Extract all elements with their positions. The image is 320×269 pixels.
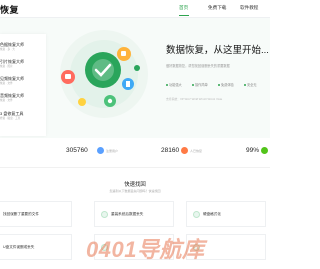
user-icon: [97, 147, 104, 154]
sparkle-dot: [134, 65, 140, 71]
feature-tag: 操作简单: [192, 82, 208, 87]
quick-card-label: 硬盘格式化: [203, 212, 221, 216]
fire-icon: [181, 147, 188, 154]
menu-item-sub: 恢复 · 文件: [0, 82, 13, 85]
hero-description: 做好数据恢复，帮您找回误删丢失的重要数据: [166, 64, 230, 68]
top-header: 恢复 首页 免费下载 软件教程: [0, 0, 270, 18]
menu-item-audio-recovery[interactable]: 音频恢复大师 恢复 · 文件: [0, 93, 46, 105]
feature-tag-label: 免费体验: [221, 83, 234, 87]
thumbs-up-icon: [261, 147, 268, 154]
feature-tag: 免费体验: [218, 82, 234, 87]
check-dot-icon: [244, 84, 246, 87]
menu-item-sub: 修复 · 磁盘 · 工具: [0, 117, 21, 120]
feature-tag-label: 操作简单: [195, 83, 208, 87]
quick-card-label: 重装系统后数据丢失: [111, 212, 144, 216]
feature-tag: 功能强大: [166, 82, 182, 87]
quick-card-label: U盘文件误删或丢失: [3, 245, 35, 249]
menu-item-disk-repair[interactable]: 3 盘修复工具 修复 · 磁盘 · 工具: [0, 111, 46, 123]
menu-item-sub: 恢复 · 文件: [0, 99, 13, 102]
feature-tag-label: 功能强大: [169, 83, 182, 87]
system-support-text: 支持系统：XP Win7 Win8 Win10 Win11 Vista: [166, 97, 223, 101]
recovery-icon: [101, 211, 108, 218]
site-logo[interactable]: 恢复: [0, 3, 19, 16]
hero-title: 数据恢复，从这里开始...: [166, 45, 269, 56]
nav-download[interactable]: 免费下载: [208, 5, 226, 11]
stat-registered-value: 305760: [66, 147, 88, 154]
stat-success-value: 99%: [246, 147, 260, 154]
nav-tutorials[interactable]: 软件教程: [240, 5, 258, 11]
stat-recovered-label: 人已恢复: [190, 149, 203, 153]
nav-home[interactable]: 首页: [179, 5, 188, 11]
check-dot-icon: [218, 84, 220, 87]
product-menu: 色据恢复大师 恢复 · 多 · 大 引片恢复大师 恢复 · 照片 见频恢复大师 …: [0, 34, 46, 136]
quick-find-subtitle: 您遇到以下数据丢失问题吗？快速找回: [109, 189, 161, 193]
menu-item-video-recovery[interactable]: 见频恢复大师 恢复 · 文件: [0, 76, 46, 88]
quick-card-reinstall-loss[interactable]: 重装系统后数据丢失: [94, 201, 174, 227]
quick-card-format[interactable]: 硬盘格式化: [186, 201, 266, 227]
check-dot-icon: [192, 84, 194, 87]
data-recovery-illustration: [60, 30, 148, 118]
menu-item-data-recovery[interactable]: 色据恢复大师 恢复 · 多 · 大: [0, 42, 46, 54]
quick-card-label: 找回误删了重要的文件: [3, 212, 39, 216]
quick-card-deleted-files[interactable]: 找回误删了重要的文件: [0, 201, 72, 227]
stat-recovered-value: 28160: [161, 147, 180, 154]
menu-item-photo-recovery[interactable]: 引片恢复大师 恢复 · 照片: [0, 59, 46, 71]
stats-bar: 305760 注册用户 28160 人已恢复 99%: [0, 138, 270, 168]
sparkle-dot: [78, 98, 86, 106]
check-dot-icon: [166, 84, 168, 87]
feature-tag: 安全无: [244, 82, 257, 87]
stat-registered-label: 注册用户: [106, 149, 119, 153]
quick-card-usb-loss[interactable]: U盘文件误删或丢失: [0, 234, 72, 260]
menu-item-sub: 恢复 · 多 · 大: [0, 48, 15, 51]
quick-find-title: 快速找回: [124, 182, 146, 188]
watermark-text: 0401导航库: [86, 237, 205, 262]
nav-active-indicator: [179, 15, 189, 17]
menu-item-sub: 恢复 · 照片: [0, 65, 13, 68]
disk-icon: [193, 211, 200, 218]
feature-tag-label: 安全无: [247, 83, 257, 87]
